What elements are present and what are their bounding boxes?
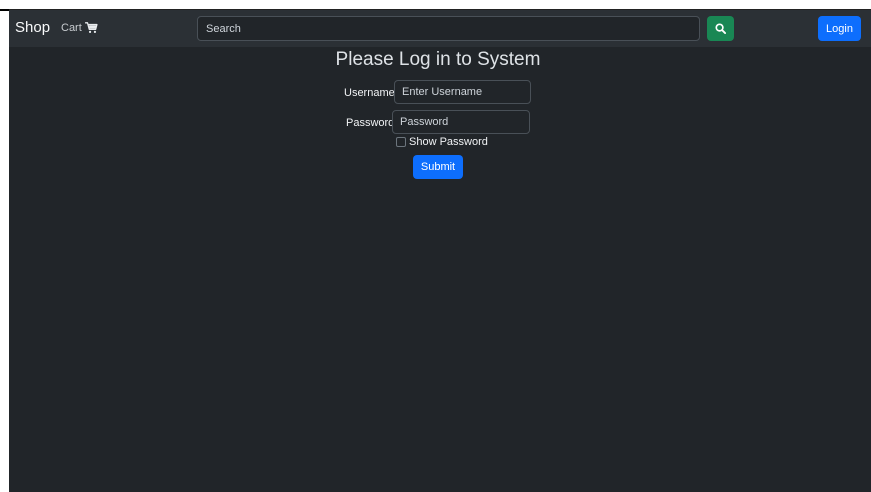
app-container: Shop Cart Login Please Log in to System …	[9, 10, 871, 492]
brand-link[interactable]: Shop	[15, 19, 50, 37]
page-title: Please Log in to System	[335, 49, 541, 70]
show-password-label[interactable]: Show Password	[409, 135, 488, 149]
search-icon	[715, 23, 726, 34]
show-password-checkbox[interactable]	[396, 137, 406, 147]
window-top-frame	[0, 0, 871, 10]
cart-link[interactable]: Cart	[61, 21, 98, 35]
shopping-cart-icon	[84, 22, 98, 33]
search-button[interactable]	[707, 16, 734, 41]
navbar: Shop Cart Login	[9, 10, 871, 47]
password-field[interactable]	[392, 110, 530, 134]
cart-label: Cart	[61, 22, 82, 34]
login-button[interactable]: Login	[818, 16, 861, 41]
password-label: Password	[346, 117, 395, 129]
submit-button[interactable]: Submit	[413, 155, 463, 179]
username-label: Username	[344, 87, 395, 99]
search-input[interactable]	[197, 16, 700, 41]
window-corner	[0, 0, 9, 11]
username-field[interactable]	[394, 80, 531, 104]
